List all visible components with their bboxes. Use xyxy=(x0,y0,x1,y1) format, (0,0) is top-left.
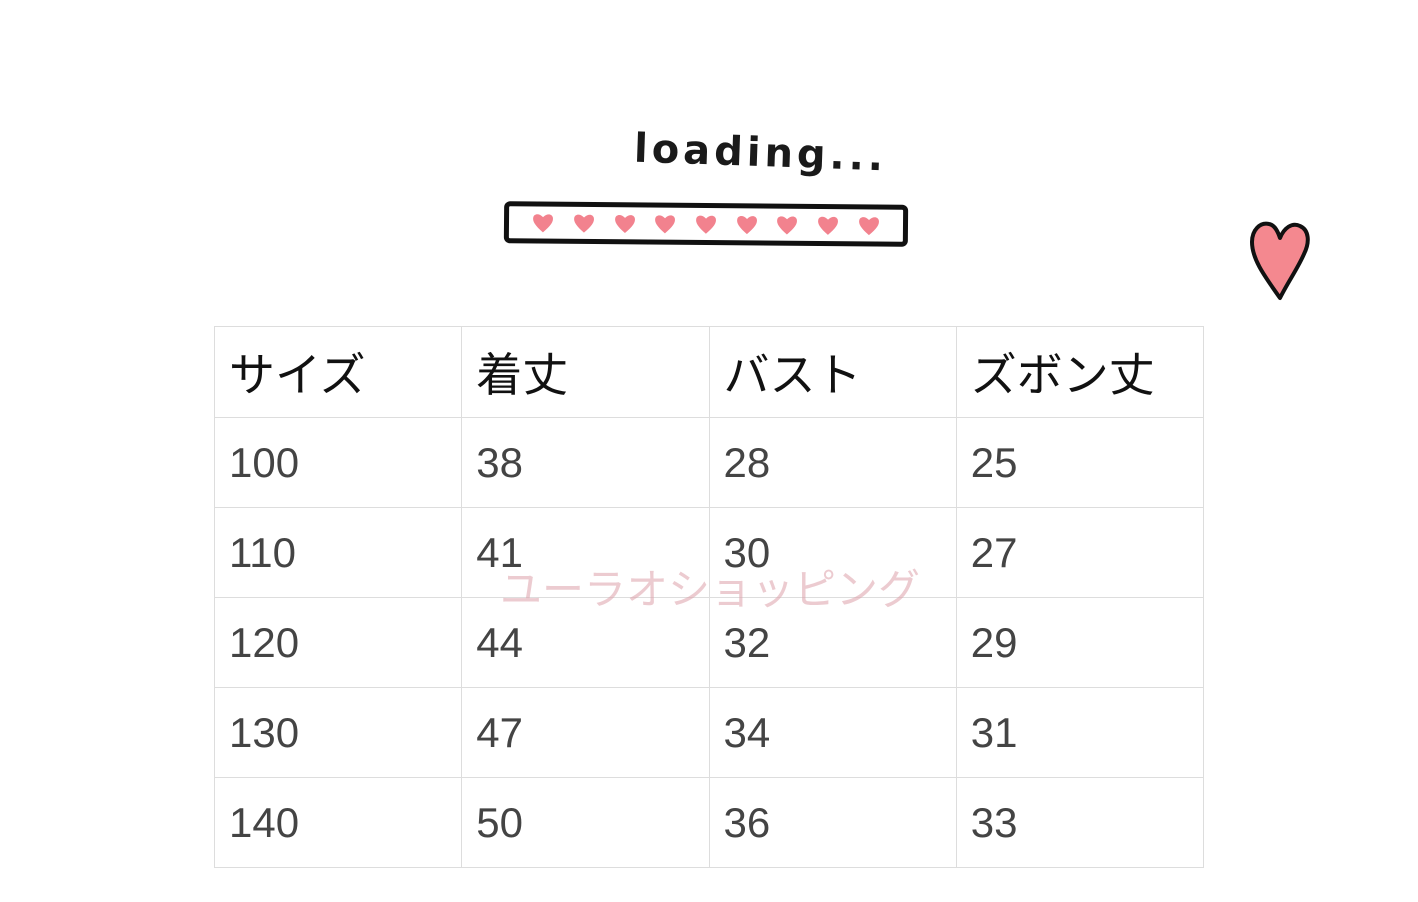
table-cell: 110 xyxy=(213,507,463,598)
table-row: 120 44 32 29 xyxy=(213,597,1205,688)
table-cell: 47 xyxy=(461,687,710,778)
header-length: 着丈 xyxy=(461,326,710,418)
table-cell: 29 xyxy=(955,597,1205,688)
heart-icon xyxy=(696,215,716,234)
table-cell: 27 xyxy=(955,507,1205,598)
table-cell: 41 xyxy=(461,507,710,598)
table-cell: 50 xyxy=(461,777,710,868)
loading-progress-bar xyxy=(503,201,909,247)
table-cell: 140 xyxy=(213,777,463,868)
heart-icon xyxy=(533,214,554,233)
table-cell: 32 xyxy=(708,597,957,688)
table-cell: 25 xyxy=(955,417,1205,508)
header-bust: バスト xyxy=(708,326,957,418)
heart-icon xyxy=(574,214,594,233)
table-cell: 28 xyxy=(708,417,957,508)
header-size: サイズ xyxy=(213,326,463,418)
table-row: 110 41 30 27 xyxy=(213,507,1205,598)
heart-icon xyxy=(736,216,757,235)
table-header-row: サイズ 着丈 バスト ズボン丈 xyxy=(213,326,1205,418)
table-row: 140 50 36 33 xyxy=(213,777,1205,868)
heart-icon xyxy=(1250,221,1310,300)
table-cell: 34 xyxy=(708,687,957,778)
table-cell: 31 xyxy=(955,687,1205,778)
table-cell: 33 xyxy=(955,777,1205,868)
loading-label: loading... xyxy=(633,125,888,181)
table-cell: 44 xyxy=(461,597,710,688)
heart-icon xyxy=(655,215,676,234)
heart-icon xyxy=(817,216,838,235)
table-cell: 38 xyxy=(461,417,710,508)
table-cell: 100 xyxy=(213,417,463,508)
table-cell: 130 xyxy=(213,687,463,778)
size-chart-table: サイズ 着丈 バスト ズボン丈 100 38 28 25 110 41 30 2… xyxy=(213,326,1205,868)
heart-icon xyxy=(777,216,798,235)
table-cell: 120 xyxy=(213,597,463,688)
table-cell: 36 xyxy=(708,777,957,868)
table-cell: 30 xyxy=(708,507,957,598)
table-row: 100 38 28 25 xyxy=(213,417,1205,508)
header-pants-length: ズボン丈 xyxy=(955,326,1205,418)
heart-icon xyxy=(614,214,635,234)
table-row: 130 47 34 31 xyxy=(213,687,1205,778)
heart-icon xyxy=(858,217,879,236)
